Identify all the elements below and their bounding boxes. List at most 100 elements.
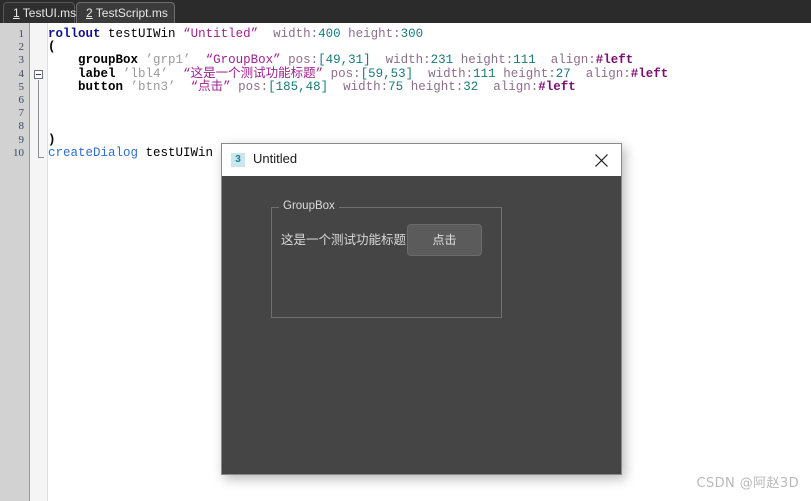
close-icon[interactable]: [581, 144, 621, 175]
fold-guide-foot: [38, 157, 44, 158]
code-token: #left: [538, 79, 576, 94]
code-token: align:: [493, 79, 539, 94]
tab-label: TestUI.ms: [19, 6, 77, 20]
code-token: height:: [410, 79, 464, 94]
code-token: #left: [595, 53, 634, 68]
code-token: 75: [388, 79, 404, 94]
code-token: 300: [400, 27, 424, 41]
code-token: width:: [385, 53, 431, 68]
tab-accelerator: 2: [86, 6, 93, 20]
code-token: pos:: [330, 66, 361, 81]
tab-accelerator: 1: [13, 6, 20, 20]
code-token: height:: [503, 66, 556, 81]
code-token: 27: [555, 66, 571, 81]
code-token: ’btn3’: [130, 79, 176, 94]
dialog-client-area: GroupBox 这是一个测试功能标题 点击: [222, 176, 621, 474]
code-token: “点击”: [190, 79, 231, 94]
line-number: 7: [18, 107, 25, 120]
code-token: 231: [430, 53, 454, 68]
dialog-title-bar[interactable]: 3 Untitled: [222, 144, 621, 177]
line-number: 6: [18, 94, 25, 106]
line-number: 4: [18, 67, 25, 80]
code-token: groupBox: [78, 53, 139, 68]
code-token: createDialog: [48, 145, 139, 160]
code-token: align:: [585, 66, 631, 81]
code-token: width:: [273, 27, 319, 41]
line-number: 5: [18, 80, 25, 93]
button-btn3[interactable]: 点击: [407, 224, 482, 256]
code-token: width:: [343, 79, 389, 94]
code-token: 111: [473, 66, 496, 81]
code-token: testUIWin: [108, 27, 176, 41]
code-token: pos:: [288, 53, 319, 68]
code-token: 32: [463, 79, 479, 94]
code-folding-column[interactable]: [30, 23, 48, 501]
code-token: rollout: [48, 27, 101, 41]
code-token: “Untitled”: [183, 27, 259, 41]
line-number: 8: [18, 120, 25, 133]
tab-bar: 1 TestUI.ms 2 TestScript.ms: [0, 0, 811, 24]
tab-testui-ms[interactable]: 1 TestUI.ms: [3, 2, 77, 23]
code-token: button: [78, 79, 124, 94]
code-token: pos:: [238, 79, 269, 94]
line-number: 2: [18, 41, 25, 54]
watermark: CSDN @阿赵3D: [696, 476, 799, 491]
code-line: button ’btn3’ “点击” pos:[185,48] width:75…: [48, 79, 668, 94]
fold-collapse-icon[interactable]: [34, 70, 43, 79]
code-token: [59,53]: [360, 66, 414, 81]
max-script-icon: 3: [231, 153, 245, 167]
line-number: 3: [18, 54, 25, 67]
groupbox-title: GroupBox: [279, 200, 339, 213]
code-token: width:: [428, 66, 474, 81]
code-token: ): [48, 132, 56, 147]
line-number: 1: [18, 28, 25, 40]
code-line: rollout testUIWin “Untitled” width:400 h…: [48, 27, 668, 41]
code-token: “GroupBox”: [205, 53, 281, 68]
code-token: ’lbl4’: [123, 66, 169, 81]
tab-label: TestScript.ms: [92, 6, 168, 20]
code-token: testUIWin: [145, 145, 214, 160]
line-number: 9: [18, 133, 25, 146]
code-token: align:: [550, 53, 596, 68]
code-token: [185,48]: [268, 79, 329, 94]
code-token: height:: [460, 53, 514, 68]
code-token: 400: [318, 27, 341, 41]
label-lbl4: 这是一个测试功能标题: [281, 232, 407, 247]
code-token: label: [78, 66, 116, 81]
code-token: “这是一个测试功能标题”: [183, 66, 324, 81]
code-token: ’grp1’: [145, 53, 191, 68]
dialog-title: Untitled: [253, 151, 298, 166]
rollout-dialog-window[interactable]: 3 Untitled GroupBox 这是一个测试功能标题 点击: [221, 143, 622, 475]
tab-testscript-ms[interactable]: 2 TestScript.ms: [76, 2, 175, 23]
code-token: [49,31]: [318, 53, 371, 68]
fold-guide-line: [38, 80, 39, 158]
line-number: 10: [13, 146, 24, 159]
code-token: 111: [513, 53, 536, 68]
source-code[interactable]: rollout testUIWin “Untitled” width:400 h…: [48, 27, 668, 160]
code-token: (: [48, 40, 56, 55]
